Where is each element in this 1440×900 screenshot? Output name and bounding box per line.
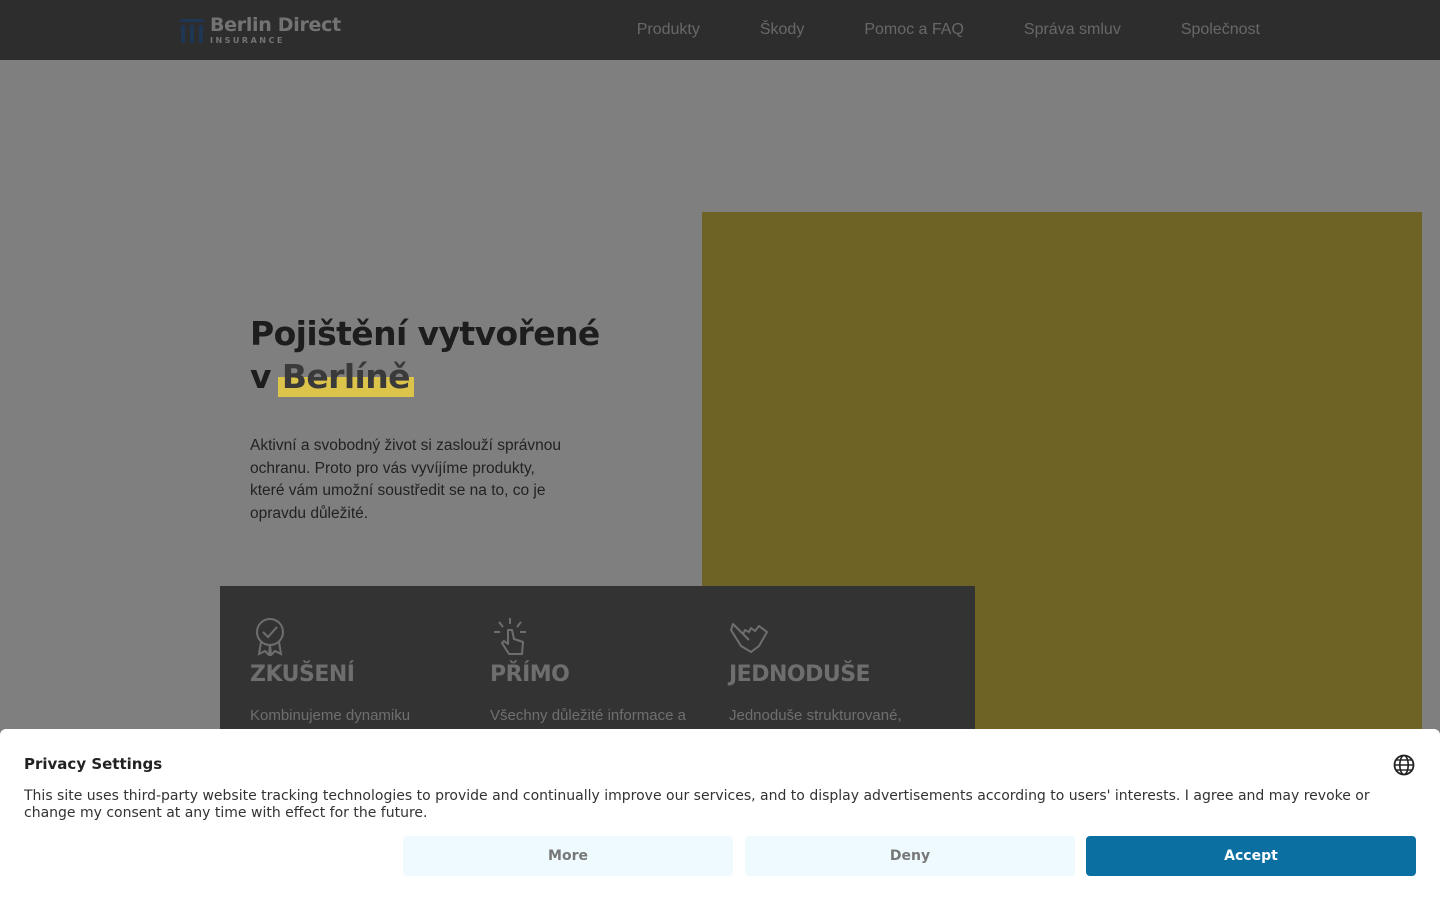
privacy-consent-banner: Privacy Settings This site uses third-pa… — [0, 729, 1440, 900]
more-button[interactable]: More — [403, 836, 733, 876]
hero-title-highlight: Berlíně — [277, 357, 415, 397]
consent-title: Privacy Settings — [24, 755, 163, 773]
accept-button[interactable]: Accept — [1086, 836, 1416, 876]
consent-description: This site uses third-party website track… — [24, 788, 1370, 821]
deny-button[interactable]: Deny — [745, 836, 1075, 876]
globe-language-icon[interactable] — [1393, 754, 1415, 776]
